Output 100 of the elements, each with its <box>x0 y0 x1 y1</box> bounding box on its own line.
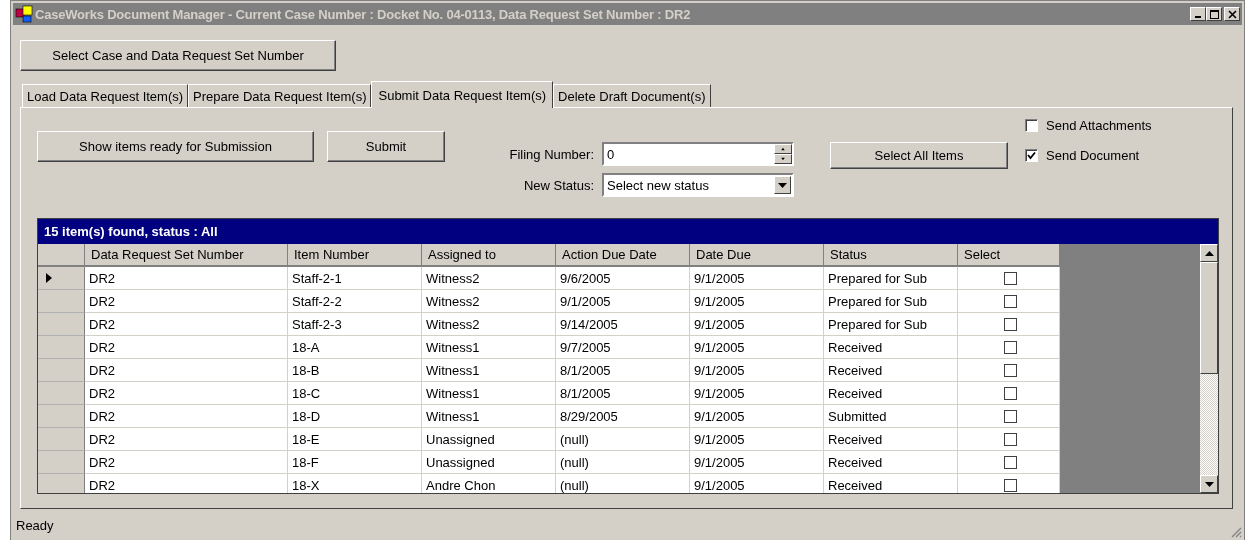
table-cell: 18-C <box>288 382 422 405</box>
table-cell: Received <box>824 382 958 405</box>
checkbox[interactable] <box>1004 478 1017 492</box>
table-cell: DR2 <box>85 405 288 428</box>
table-cell: 9/1/2005 <box>690 428 824 451</box>
table-cell: Witness1 <box>422 382 556 405</box>
checkbox[interactable] <box>1004 409 1017 423</box>
scrollbar[interactable] <box>1200 244 1218 493</box>
close-button[interactable] <box>1224 7 1240 21</box>
table-cell: DR2 <box>85 428 288 451</box>
column-header[interactable]: Data Request Set Number <box>85 244 288 267</box>
filing-number-field[interactable]: 0 <box>602 142 794 166</box>
table-cell: 9/1/2005 <box>690 451 824 474</box>
table-cell: DR2 <box>85 267 288 290</box>
app-icon <box>15 5 33 23</box>
checkbox[interactable] <box>1004 317 1017 331</box>
table-cell: DR2 <box>85 313 288 336</box>
scroll-thumb[interactable] <box>1200 262 1218 374</box>
checkbox[interactable] <box>1004 455 1017 469</box>
column-header[interactable]: Date Due <box>690 244 824 267</box>
maximize-button[interactable] <box>1206 7 1222 21</box>
filing-number-label: Filing Number: <box>508 146 595 162</box>
column-header[interactable]: Item Number <box>288 244 422 267</box>
checkbox[interactable] <box>1004 386 1017 400</box>
table-cell: 9/1/2005 <box>690 359 824 382</box>
table-cell: Witness1 <box>422 405 556 428</box>
tab[interactable]: Submit Data Request Item(s) <box>371 81 554 108</box>
table-cell: 18-X <box>288 474 422 493</box>
table-cell: Staff-2-2 <box>288 290 422 313</box>
table-cell: Received <box>824 359 958 382</box>
column-header[interactable]: Assigned to <box>422 244 556 267</box>
table-cell: 8/1/2005 <box>556 359 690 382</box>
table-cell: DR2 <box>85 382 288 405</box>
column-header[interactable]: Status <box>824 244 958 267</box>
table-cell: 9/1/2005 <box>690 267 824 290</box>
spin-up-icon[interactable] <box>774 144 792 154</box>
table-cell: Received <box>824 336 958 359</box>
checkbox[interactable] <box>1025 119 1038 132</box>
table-cell: 9/1/2005 <box>690 336 824 359</box>
column-header[interactable]: Action Due Date <box>556 244 690 267</box>
table-cell: DR2 <box>85 336 288 359</box>
checkbox[interactable] <box>1025 149 1038 162</box>
select-all-button[interactable]: Select All Items <box>830 142 1008 169</box>
table-cell: DR2 <box>85 290 288 313</box>
table-cell: DR2 <box>85 451 288 474</box>
new-status-dropdown[interactable]: Select new status <box>602 173 794 197</box>
checkbox[interactable] <box>1004 363 1017 377</box>
table-cell: 9/1/2005 <box>556 290 690 313</box>
tab[interactable]: Delete Draft Document(s) <box>553 84 711 107</box>
table-cell: DR2 <box>85 474 288 493</box>
table-cell: Witness1 <box>422 336 556 359</box>
table-cell: Staff-2-3 <box>288 313 422 336</box>
table-cell: 18-B <box>288 359 422 382</box>
row-header <box>38 244 85 267</box>
table-cell: 9/1/2005 <box>690 474 824 493</box>
table-cell: 18-A <box>288 336 422 359</box>
table-cell: DR2 <box>85 359 288 382</box>
show-items-button[interactable]: Show items ready for Submission <box>37 131 314 162</box>
table-cell: (null) <box>556 451 690 474</box>
table-cell: Witness1 <box>422 359 556 382</box>
window-title: CaseWorks Document Manager - Current Case Number : Docket No. 04-0113, Data Request Set Number : DR2 <box>35 6 691 22</box>
table-cell: 18-D <box>288 405 422 428</box>
table-cell: 18-E <box>288 428 422 451</box>
table-cell: 9/14/2005 <box>556 313 690 336</box>
table-cell: Received <box>824 474 958 493</box>
table-cell: Prepared for Sub <box>824 313 958 336</box>
current-row-icon <box>46 273 52 283</box>
submit-button[interactable]: Submit <box>327 131 445 162</box>
table-cell: (null) <box>556 428 690 451</box>
select-case-button[interactable]: Select Case and Data Request Set Number <box>20 40 336 71</box>
table-cell: 9/1/2005 <box>690 405 824 428</box>
table-cell: Prepared for Sub <box>824 267 958 290</box>
table-cell: 9/6/2005 <box>556 267 690 290</box>
table-cell: Witness2 <box>422 313 556 336</box>
table-cell: 8/1/2005 <box>556 382 690 405</box>
scroll-down-icon[interactable] <box>1204 481 1214 487</box>
checkbox[interactable] <box>1004 432 1017 446</box>
checkbox-label: Send Attachments <box>1046 118 1152 133</box>
table-cell: 9/1/2005 <box>690 382 824 405</box>
table-cell: 9/1/2005 <box>690 313 824 336</box>
column-header[interactable]: Select <box>958 244 1060 267</box>
tab[interactable]: Prepare Data Request Item(s) <box>188 84 372 107</box>
resize-grip-icon[interactable] <box>1230 526 1242 538</box>
table-cell: (null) <box>556 474 690 493</box>
table-cell: Prepared for Sub <box>824 290 958 313</box>
row-header[interactable] <box>38 267 85 290</box>
checkbox[interactable] <box>1004 340 1017 354</box>
minimize-button[interactable] <box>1190 7 1206 21</box>
table-cell: Andre Chon <box>422 474 556 493</box>
scroll-up-icon[interactable] <box>1204 250 1214 256</box>
checkbox[interactable] <box>1004 294 1017 308</box>
table-cell: Witness2 <box>422 290 556 313</box>
table-cell: 8/29/2005 <box>556 405 690 428</box>
grid-caption: 15 item(s) found, status : All <box>38 219 1218 244</box>
table-cell: Witness2 <box>422 267 556 290</box>
table-cell: 9/7/2005 <box>556 336 690 359</box>
spin-down-icon[interactable] <box>774 154 792 164</box>
checkbox[interactable] <box>1004 271 1017 285</box>
tab[interactable]: Load Data Request Item(s) <box>22 84 189 107</box>
new-status-label: New Status: <box>522 177 595 193</box>
